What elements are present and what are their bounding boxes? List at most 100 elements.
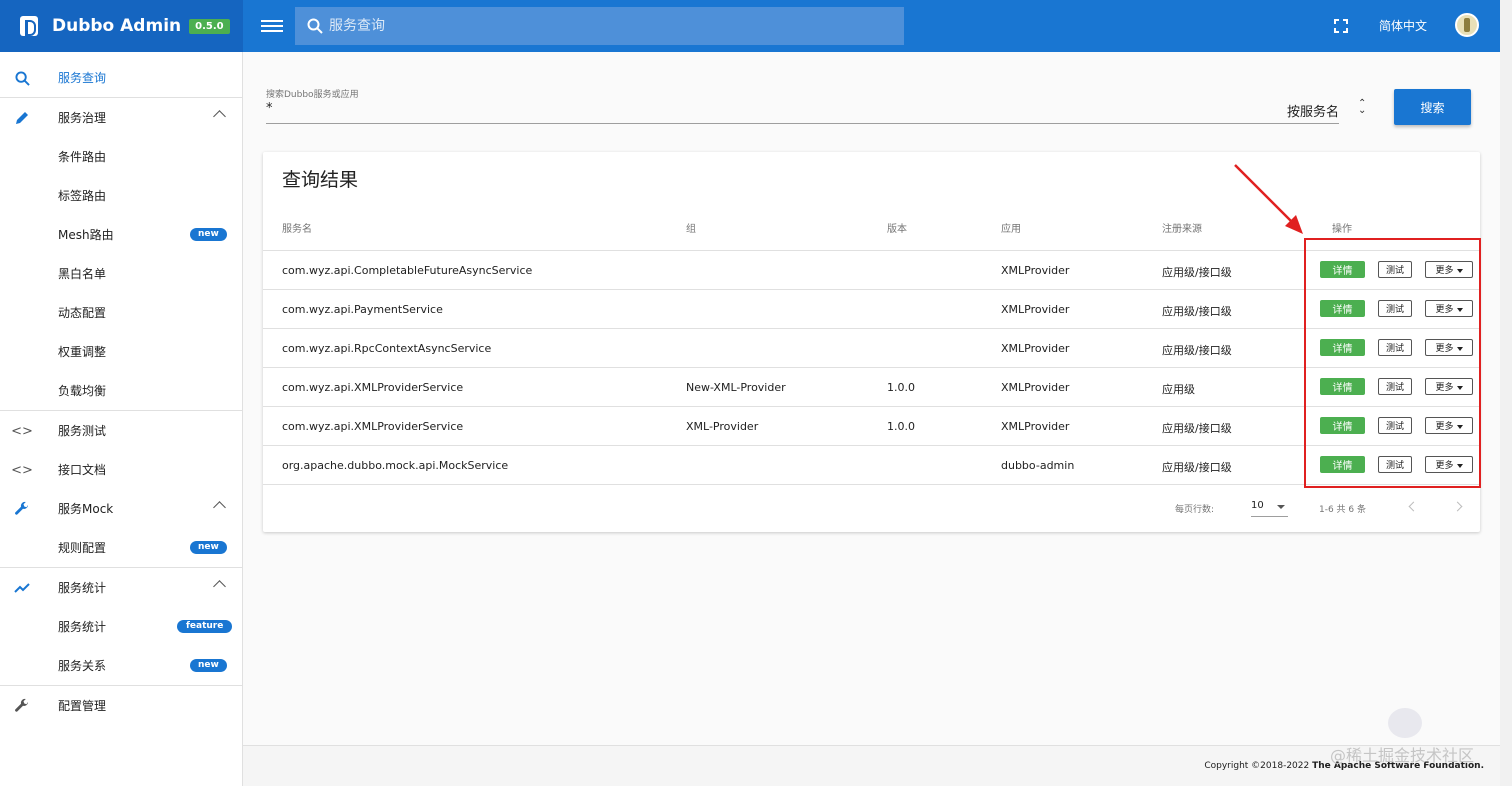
page-footer: Copyright ©2018-2022 The Apache Software… [243,745,1500,786]
search-icon [12,68,32,88]
annotation-highlight-box [1304,238,1481,488]
source-cell: 应用级/接口级 [1162,422,1232,435]
table-row: com.wyz.api.PaymentService XMLProvider 应… [263,289,1480,328]
fullscreen-icon[interactable] [1334,19,1348,33]
chevron-up-icon [213,501,226,514]
chevron-left-icon[interactable] [1408,501,1419,512]
column-header-version[interactable]: 版本 [887,220,907,235]
search-field-underline [266,123,1339,124]
sidebar-item-load-balance[interactable]: 负载均衡 [0,371,242,410]
sidebar-item-label: 标签路由 [58,189,107,203]
source-cell: 应用级/接口级 [1162,344,1232,357]
sidebar-item-tag-route[interactable]: 标签路由 [0,176,242,215]
sidebar-item-label: 黑白名单 [58,267,107,281]
user-avatar[interactable] [1455,13,1479,37]
sidebar-item-service-governance[interactable]: 服务治理 [0,98,242,137]
global-search-input[interactable] [329,18,869,34]
rows-per-page-value: 10 [1251,500,1264,511]
version-badge: 0.5.0 [189,18,230,34]
sidebar-item-label: 服务Mock [58,502,114,516]
sidebar-item-config-management[interactable]: 配置管理 [0,686,242,725]
chevron-right-icon[interactable] [1452,501,1463,512]
service-name-cell: org.apache.dubbo.mock.api.MockService [282,459,509,472]
sidebar-item-label: 动态配置 [58,306,107,320]
table-footer-divider [263,484,1480,485]
table-row: com.wyz.api.CompletableFutureAsyncServic… [263,250,1480,289]
sidebar-item-label: 服务测试 [58,424,107,438]
rows-per-page-label: 每页行数: [1175,505,1215,515]
new-badge: new [190,541,227,554]
sidebar: 服务查询 服务治理 条件路由 标签路由 Mesh路由 new 黑白名单 动态配置… [0,52,243,786]
column-header-app[interactable]: 应用 [1001,220,1021,235]
hamburger-menu-icon[interactable] [261,18,283,34]
sidebar-item-label: 服务统计 [58,620,107,634]
service-name-cell: com.wyz.api.PaymentService [282,303,443,316]
sidebar-item-label: 服务关系 [58,659,107,673]
search-button[interactable]: 搜索 [1394,89,1471,125]
search-field-input[interactable]: * [266,101,273,116]
copyright-prefix: Copyright ©2018-2022 [1204,761,1310,771]
sidebar-item-api-docs[interactable]: <> 接口文档 [0,450,242,489]
sidebar-item-label: 服务治理 [58,111,107,125]
code-icon: <> [11,423,33,439]
column-header-source[interactable]: 注册来源 [1162,220,1202,235]
search-mode-select[interactable]: 按服务名 [1287,101,1339,120]
version-cell: 1.0.0 [887,420,915,433]
page-scrollbar[interactable] [1500,0,1512,786]
group-cell: XML-Provider [686,420,759,433]
search-icon [307,18,323,34]
watermark-text: @稀土掘金技术社区 [1330,746,1475,765]
app-cell: XMLProvider [1001,381,1070,394]
source-cell: 应用级/接口级 [1162,461,1232,474]
column-header-service[interactable]: 服务名 [282,220,312,235]
results-title: 查询结果 [282,169,359,191]
wrench-icon [12,499,32,519]
sidebar-item-label: 权重调整 [58,345,107,359]
sidebar-item-dynamic-config[interactable]: 动态配置 [0,293,242,332]
sidebar-item-label: 规则配置 [58,541,107,555]
sidebar-item-service-metrics[interactable]: 服务统计 [0,568,242,607]
sidebar-item-service-mock[interactable]: 服务Mock [0,489,242,528]
table-row: com.wyz.api.XMLProviderService New-XML-P… [263,367,1480,406]
sidebar-item-condition-route[interactable]: 条件路由 [0,137,242,176]
sidebar-item-label: 配置管理 [58,699,107,713]
sidebar-item-service-relation[interactable]: 服务关系 new [0,646,242,685]
table-row: com.wyz.api.XMLProviderService XML-Provi… [263,406,1480,445]
rows-per-page-select[interactable]: 10 [1251,500,1288,517]
group-cell: New-XML-Provider [686,381,786,394]
search-field-label: 搜索Dubbo服务或应用 [266,90,359,100]
sidebar-item-weight-adjust[interactable]: 权重调整 [0,332,242,371]
dubbo-logo-icon [20,16,38,36]
app-title: Dubbo Admin [52,16,182,36]
sidebar-item-label: Mesh路由 [58,228,114,242]
service-name-cell: com.wyz.api.XMLProviderService [282,381,464,394]
sidebar-item-service-stats[interactable]: 服务统计 feature [0,607,242,646]
pagination-range: 1-6 共 6 条 [1319,505,1367,515]
juejin-mascot-icon [1388,708,1422,738]
top-app-bar: Dubbo Admin 0.5.0 简体中文 [0,0,1500,52]
sidebar-item-label: 服务查询 [58,71,107,85]
sidebar-item-access-control[interactable]: 黑白名单 [0,254,242,293]
sidebar-item-rule-config[interactable]: 规则配置 new [0,528,242,567]
service-name-cell: com.wyz.api.XMLProviderService [282,420,464,433]
sidebar-item-mesh-route[interactable]: Mesh路由 new [0,215,242,254]
source-cell: 应用级/接口级 [1162,266,1232,279]
new-badge: new [190,659,227,672]
pencil-icon [12,108,32,128]
unfold-icon[interactable]: ⌃ ⌄ [1358,99,1366,116]
sidebar-item-service-search[interactable]: 服务查询 [0,58,242,97]
source-cell: 应用级/接口级 [1162,305,1232,318]
service-name-cell: com.wyz.api.CompletableFutureAsyncServic… [282,264,533,277]
service-name-cell: com.wyz.api.RpcContextAsyncService [282,342,492,355]
chevron-up-icon [213,580,226,593]
sidebar-item-service-test[interactable]: <> 服务测试 [0,411,242,450]
trending-up-icon [12,578,32,598]
app-cell: XMLProvider [1001,342,1070,355]
logo-area: Dubbo Admin 0.5.0 [0,0,243,52]
global-search[interactable] [295,7,904,45]
sidebar-item-label: 服务统计 [58,581,107,595]
language-switch-button[interactable]: 简体中文 [1379,17,1427,34]
column-header-group[interactable]: 组 [686,220,696,235]
app-cell: XMLProvider [1001,420,1070,433]
feature-badge: feature [177,620,233,633]
